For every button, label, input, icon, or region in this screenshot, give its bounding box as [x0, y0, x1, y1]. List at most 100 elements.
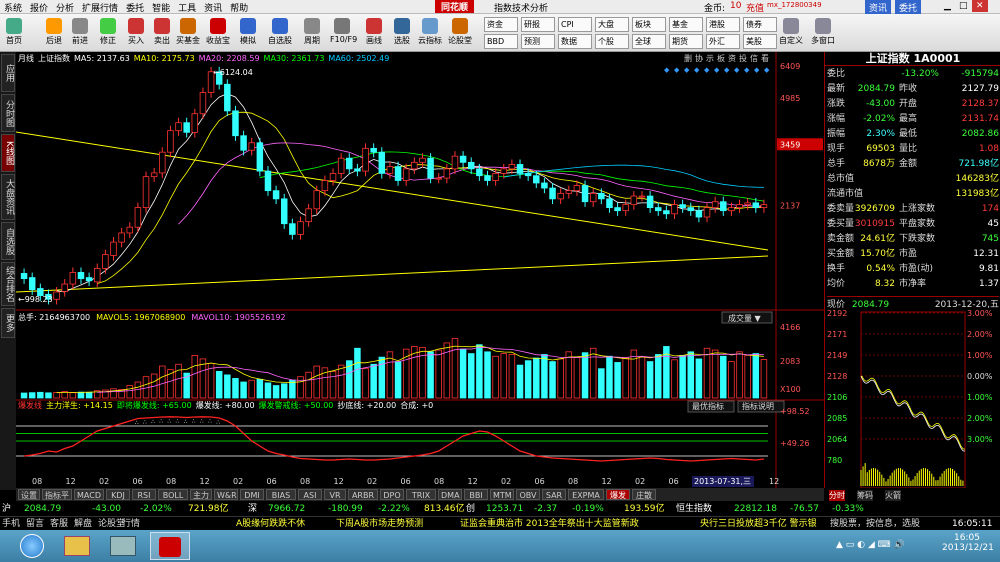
maximize-icon[interactable]: □ [955, 0, 972, 12]
side-tab-4[interactable]: 自选股 [1, 222, 15, 260]
menu-smart[interactable]: 智能 [148, 0, 174, 15]
news-item-2[interactable]: 证监会重典治市 2013全年祭出十大监管新政 [460, 517, 639, 531]
side-tab-5[interactable]: 综合排名 [1, 262, 15, 306]
menu-analysis[interactable]: 分析 [52, 0, 78, 15]
mini-tab-0[interactable]: 分时 [829, 490, 845, 501]
indicator-tab-18[interactable]: OBV [516, 489, 540, 500]
toolbar-button-7[interactable]: 收益宝 [206, 16, 230, 50]
menu-system[interactable]: 系统 [0, 0, 26, 15]
toolbar-button-2[interactable]: 前进 [68, 16, 92, 50]
toolbar-top-7[interactable]: 债券 [743, 17, 777, 32]
toolbar-bottom-7[interactable]: 美股 [743, 34, 777, 49]
toolbar-button-1[interactable]: 后退 [42, 16, 66, 50]
toolbar-top-2[interactable]: CPI [558, 17, 592, 32]
bottom-link-4[interactable]: 论股堂 [98, 517, 125, 531]
menu-tools[interactable]: 工具 [174, 0, 200, 15]
news-item-0[interactable]: A股缘何跌跌不休 [236, 517, 305, 531]
toolbar-top-4[interactable]: 板块 [632, 17, 666, 32]
trade-button[interactable]: 委托 [895, 0, 922, 15]
indicator-tab-9[interactable]: BIAS [266, 489, 296, 500]
toolbar-bottom-2[interactable]: 数据 [558, 34, 592, 49]
intraday-mini-chart[interactable]: 2192 2171 2149 2128 2106 2085 2064 780 3.00% 2.00… [825, 310, 1000, 488]
minimize-icon[interactable]: ▁ [940, 0, 955, 12]
side-tab-3[interactable]: 大盘资讯 [1, 174, 15, 220]
toolbar-button-6[interactable]: 买基金 [176, 16, 200, 50]
bottom-link-3[interactable]: 解盘 [74, 517, 92, 531]
indicator-tab-2[interactable]: MACD [74, 489, 104, 500]
indicator-tab-22[interactable]: 庄散线 [632, 489, 656, 511]
toolbar-far-0[interactable]: 自定义 [776, 16, 806, 50]
chart-tool-6[interactable]: 信 [750, 53, 758, 63]
indicator-tab-16[interactable]: BBI [464, 489, 488, 500]
side-tab-6[interactable]: 更多 [1, 308, 15, 338]
indicator-tab-20[interactable]: EXPMA [568, 489, 604, 500]
toolbar-button-8[interactable]: 模拟 [236, 16, 260, 50]
toolbar-top-5[interactable]: 基金 [669, 17, 703, 32]
toolbar-bottom-0[interactable]: BBD [484, 34, 518, 49]
kline-chart[interactable]: 月线 上证指数 MA5: 2137.63 MA10: 2175.73 MA20: 220… [15, 52, 824, 488]
toolbar-bottom-3[interactable]: 个股 [595, 34, 629, 49]
taskbar-app-ths[interactable] [150, 532, 190, 560]
chart-tool-1[interactable]: 协 [695, 53, 703, 63]
computer-icon[interactable] [110, 536, 136, 556]
indicator-tab-15[interactable]: DMA [438, 489, 462, 500]
toolbar-button-3[interactable]: 修正 [96, 16, 120, 50]
toolbar-button-9[interactable]: 自选股 [268, 16, 292, 50]
mini-tab-1[interactable]: 筹码 [857, 490, 873, 501]
toolbar-button-15[interactable]: 论股堂 [448, 16, 472, 50]
toolbar-button-11[interactable]: F10/F9 [330, 16, 357, 50]
news-button[interactable]: 资讯 [865, 0, 892, 15]
indicator-tab-17[interactable]: MTM [490, 489, 514, 500]
toolbar-top-6[interactable]: 港股 [706, 17, 740, 32]
indicator-tab-7[interactable]: W&R [214, 489, 238, 500]
clock[interactable]: 16:05 2013/12/21 [942, 533, 994, 553]
chart-tool-2[interactable]: 示 [706, 54, 714, 63]
tray-icons[interactable]: ▲ ▭ ◐ ◢ ⌨ 🔊 [836, 540, 936, 554]
indicator-tab-13[interactable]: DPO [380, 489, 404, 500]
indicator-tab-4[interactable]: RSI [132, 489, 156, 500]
side-tab-0[interactable]: 应用 [1, 54, 15, 92]
bottom-link-1[interactable]: 留言 [26, 517, 44, 531]
chart-tool-5[interactable]: 投 [739, 53, 747, 63]
chart-tool-7[interactable]: 看 [761, 54, 769, 63]
search-hint[interactable]: 搜股票，按信息，选股 [830, 517, 920, 531]
toolbar-top-3[interactable]: 大盘 [595, 17, 629, 32]
toolbar-button-4[interactable]: 买入 [124, 16, 148, 50]
toolbar-far-1[interactable]: 多窗口 [808, 16, 838, 50]
indicator-tab-10[interactable]: ASI [298, 489, 322, 500]
mini-tab-2[interactable]: 火箭 [885, 490, 901, 501]
menu-news[interactable]: 资讯 [200, 0, 226, 15]
bottom-link-2[interactable]: 客服 [50, 517, 68, 531]
toolbar-bottom-1[interactable]: 预测 [521, 34, 555, 49]
indicator-tab-11[interactable]: VR [324, 489, 346, 500]
indicator-tab-1[interactable]: 指标平台 [42, 489, 72, 511]
chart-tool-4[interactable]: 资 [728, 53, 736, 63]
indicator-tab-3[interactable]: KDJ [106, 489, 130, 500]
indicator-tab-0[interactable]: 设置 [18, 489, 40, 500]
news-item-3[interactable]: 央行三日投放超3千亿 警示银 [700, 517, 817, 531]
toolbar-top-0[interactable]: 资金 [484, 17, 518, 32]
toolbar-button-10[interactable]: 周期 [300, 16, 324, 50]
toolbar-button-5[interactable]: 卖出 [150, 16, 174, 50]
indicator-tab-21[interactable]: 爆发线 [606, 489, 630, 511]
toolbar-bottom-6[interactable]: 外汇 [706, 34, 740, 49]
side-tab-2[interactable]: K线图 [1, 134, 15, 172]
toolbar-button-13[interactable]: 选股 [390, 16, 414, 50]
chart-tool-0[interactable]: 删 [684, 53, 692, 63]
start-button[interactable] [20, 534, 44, 558]
side-tab-1[interactable]: 分时图 [1, 94, 15, 132]
explorer-icon[interactable] [64, 536, 90, 556]
toolbar-top-1[interactable]: 研报 [521, 17, 555, 32]
bottom-link-0[interactable]: 手机 [2, 517, 20, 531]
bottom-link-5[interactable]: 行情 [122, 517, 140, 531]
indicator-tab-14[interactable]: TRIX [406, 489, 436, 500]
indicator-tab-5[interactable]: BOLL [158, 489, 188, 500]
close-icon[interactable]: ✕ [972, 0, 988, 12]
indicator-tab-19[interactable]: SAR [542, 489, 566, 500]
toolbar-button-12[interactable]: 画线 [362, 16, 386, 50]
menu-trade[interactable]: 委托 [122, 0, 148, 15]
menu-help[interactable]: 帮助 [226, 0, 252, 15]
news-item-1[interactable]: 下周A股市场走势预测 [336, 517, 423, 531]
toolbar-button-14[interactable]: 云指标 [418, 16, 442, 50]
toolbar-bottom-5[interactable]: 期货 [669, 34, 703, 49]
